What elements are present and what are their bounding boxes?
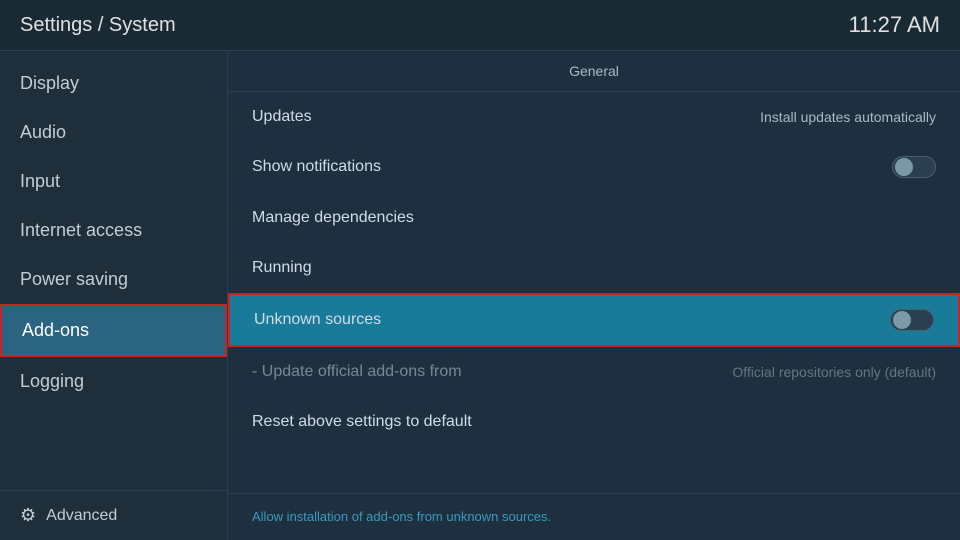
advanced-button[interactable]: ⚙ Advanced: [0, 490, 227, 540]
row-value-updates: Install updates automatically: [760, 109, 936, 125]
main-layout: Display Audio Input Internet access Powe…: [0, 51, 960, 540]
row-label-manage-dependencies: Manage dependencies: [252, 209, 414, 227]
settings-content: General Updates Install updates automati…: [228, 51, 960, 540]
row-manage-dependencies[interactable]: Manage dependencies: [228, 193, 960, 243]
row-updates[interactable]: Updates Install updates automatically: [228, 92, 960, 142]
sidebar-item-logging[interactable]: Logging: [0, 357, 227, 406]
row-label-show-notifications: Show notifications: [252, 158, 381, 176]
sidebar-item-display[interactable]: Display: [0, 59, 227, 108]
header: Settings / System 11:27 AM: [0, 0, 960, 51]
row-show-notifications[interactable]: Show notifications: [228, 142, 960, 193]
row-update-official[interactable]: - Update official add-ons from Official …: [228, 347, 960, 397]
section-label: General: [569, 63, 619, 79]
sidebar-item-add-ons[interactable]: Add-ons: [0, 304, 227, 357]
footer-hint: Allow installation of add-ons from unkno…: [252, 509, 551, 524]
toggle-show-notifications[interactable]: [892, 156, 936, 178]
sidebar-item-input[interactable]: Input: [0, 157, 227, 206]
gear-icon: ⚙: [20, 505, 36, 526]
sidebar-item-internet-access[interactable]: Internet access: [0, 206, 227, 255]
row-unknown-sources[interactable]: Unknown sources: [228, 293, 960, 347]
clock: 11:27 AM: [849, 12, 940, 38]
section-header: General: [228, 51, 960, 92]
sidebar: Display Audio Input Internet access Powe…: [0, 51, 228, 540]
row-running[interactable]: Running: [228, 243, 960, 293]
toggle-knob: [895, 158, 913, 176]
toggle-knob-unknown: [893, 311, 911, 329]
page-title: Settings / System: [20, 14, 176, 37]
sidebar-item-power-saving[interactable]: Power saving: [0, 255, 227, 304]
row-label-update-official: - Update official add-ons from: [252, 363, 462, 381]
row-label-running: Running: [252, 259, 312, 277]
advanced-label: Advanced: [46, 507, 117, 525]
toggle-unknown-sources[interactable]: [890, 309, 934, 331]
row-value-update-official: Official repositories only (default): [732, 364, 936, 380]
row-reset-settings[interactable]: Reset above settings to default: [228, 397, 960, 447]
sidebar-item-audio[interactable]: Audio: [0, 108, 227, 157]
content-footer: Allow installation of add-ons from unkno…: [228, 493, 960, 540]
row-label-unknown-sources: Unknown sources: [254, 311, 381, 329]
row-label-reset-settings: Reset above settings to default: [252, 413, 472, 431]
row-label-updates: Updates: [252, 108, 312, 126]
